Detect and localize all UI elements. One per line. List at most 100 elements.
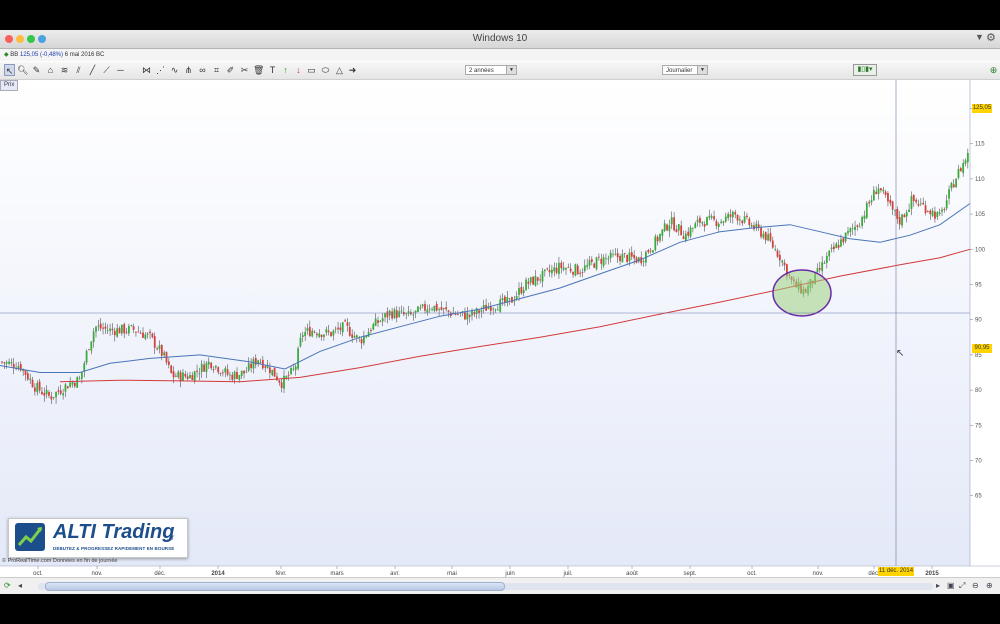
candle-up bbox=[240, 370, 243, 376]
retracement-tool-icon[interactable]: ⋈ bbox=[141, 64, 152, 76]
up-arrow-tool-icon[interactable]: ↑ bbox=[280, 64, 291, 76]
candle-up bbox=[816, 268, 819, 273]
pitchfork-tool-icon[interactable]: ⋔ bbox=[183, 64, 194, 76]
candle-up bbox=[417, 306, 419, 312]
scrollbar-thumb[interactable] bbox=[45, 582, 505, 591]
candle-up bbox=[694, 223, 697, 229]
eraser-tool-icon[interactable]: ✂ bbox=[239, 64, 250, 76]
candle-down bbox=[186, 376, 189, 379]
candle-up bbox=[8, 361, 10, 364]
candle-down bbox=[156, 348, 158, 350]
triangle-tool-icon[interactable]: △ bbox=[334, 64, 345, 76]
candle-up bbox=[224, 368, 227, 373]
candle-up bbox=[71, 382, 74, 385]
zoom-in-icon[interactable]: ⊕ bbox=[986, 581, 993, 590]
line-tool-icon[interactable]: ╱ bbox=[87, 64, 98, 76]
candle-down bbox=[447, 310, 450, 312]
time-scrollbar[interactable]: ⟳ ◂ ▸ ▣ ⤢ ⊖ ⊕ bbox=[0, 577, 1000, 594]
candle-up bbox=[426, 309, 429, 313]
candle-down bbox=[395, 310, 398, 318]
fibonacci-tool-icon[interactable]: ≋ bbox=[59, 64, 70, 76]
ellipse-tool-icon[interactable]: ⬭ bbox=[320, 64, 331, 76]
candle-down bbox=[73, 382, 76, 387]
candle-up bbox=[515, 295, 518, 300]
candle-down bbox=[269, 367, 271, 374]
candle-up bbox=[849, 228, 852, 232]
instrument-symbol[interactable]: BB bbox=[10, 52, 18, 58]
interval-select[interactable]: Journalier ▼ bbox=[662, 65, 708, 75]
candle-down bbox=[276, 376, 278, 381]
candle-down bbox=[842, 238, 845, 243]
magnet-tool-icon[interactable]: ⌂ bbox=[45, 64, 56, 76]
fan-tool-icon[interactable]: ⋰ bbox=[155, 64, 166, 76]
candle-down bbox=[160, 344, 163, 356]
candle-up bbox=[259, 361, 262, 363]
wave-tool-icon[interactable]: ∿ bbox=[169, 64, 180, 76]
candle-down bbox=[132, 326, 135, 330]
zoom-out-icon[interactable]: ⊖ bbox=[972, 581, 979, 590]
candle-up bbox=[941, 209, 943, 212]
candle-down bbox=[546, 268, 549, 270]
candle-up bbox=[341, 322, 344, 333]
refresh-icon[interactable]: ⟳ bbox=[4, 581, 11, 590]
candle-up bbox=[466, 313, 469, 320]
candle-up bbox=[825, 255, 828, 263]
down-arrow-tool-icon[interactable]: ↓ bbox=[293, 64, 304, 76]
candle-up bbox=[106, 330, 109, 332]
candle-up bbox=[290, 367, 292, 375]
fit-view-icon[interactable]: ▣ bbox=[947, 581, 955, 590]
candle-up bbox=[325, 329, 328, 333]
cycle-tool-icon[interactable]: ∞ bbox=[197, 64, 208, 76]
horizontal-line-tool-icon[interactable]: ─ bbox=[115, 64, 126, 76]
price-panel-tab[interactable]: Prix bbox=[0, 80, 19, 91]
rectangle-tool-icon[interactable]: ▭ bbox=[306, 64, 317, 76]
trash-icon[interactable]: 🗑︎ bbox=[253, 64, 264, 76]
text-tool-icon[interactable]: T bbox=[267, 64, 278, 76]
candle-down bbox=[191, 375, 194, 380]
arrow-tool-icon[interactable]: ➜ bbox=[347, 64, 358, 76]
candle-up bbox=[696, 219, 699, 223]
window-title: Windows 10 bbox=[472, 33, 528, 44]
candle-up bbox=[247, 363, 250, 371]
zoom-tool-icon[interactable]: 🔍︎ bbox=[17, 64, 28, 76]
candle-down bbox=[769, 233, 772, 241]
candle-up bbox=[525, 279, 527, 291]
settings-side-icon[interactable]: ⊕ bbox=[988, 64, 999, 76]
scroll-left-icon[interactable]: ◂ bbox=[18, 581, 22, 590]
candle-up bbox=[966, 152, 969, 163]
chevron-down-icon: ▼ bbox=[697, 66, 707, 74]
candle-up bbox=[565, 268, 567, 270]
chart-type-button[interactable]: ▮▯▮▾ bbox=[853, 64, 877, 76]
brush-tool-icon[interactable]: ✐ bbox=[225, 64, 236, 76]
candle-down bbox=[172, 371, 175, 378]
pointer-tool-icon[interactable]: ↖ bbox=[4, 64, 15, 76]
scroll-right-icon[interactable]: ▸ bbox=[936, 581, 940, 590]
candle-up bbox=[36, 383, 39, 393]
candle-up bbox=[513, 300, 516, 302]
y-tick-label: 85 bbox=[975, 353, 982, 359]
trend-channel-tool-icon[interactable]: ⫽ bbox=[73, 64, 84, 76]
price-chart[interactable]: 65707580859095100105110115120oct.nov.déc… bbox=[0, 80, 1000, 577]
y-tick-label: 105 bbox=[975, 212, 986, 218]
ray-tool-icon[interactable]: ⟋ bbox=[101, 64, 112, 76]
candle-up bbox=[193, 371, 196, 382]
chevron-down-icon[interactable]: ▼ bbox=[975, 32, 984, 42]
candle-down bbox=[635, 257, 638, 263]
gann-tool-icon[interactable]: ⌗ bbox=[211, 64, 222, 76]
candle-up bbox=[374, 318, 377, 326]
expand-icon[interactable]: ⤢ bbox=[959, 581, 965, 591]
candle-down bbox=[741, 220, 744, 224]
candle-down bbox=[41, 391, 43, 395]
candle-down bbox=[217, 367, 220, 373]
period-select[interactable]: 2 années ▼ bbox=[465, 65, 517, 75]
candle-down bbox=[386, 311, 389, 318]
candle-down bbox=[943, 208, 946, 210]
gear-icon[interactable]: ⚙ bbox=[986, 31, 996, 44]
crosshair-price-label: 90,95 bbox=[972, 344, 992, 353]
pencil-tool-icon[interactable]: ✎ bbox=[31, 64, 42, 76]
candle-down bbox=[184, 373, 187, 377]
candle-down bbox=[167, 361, 170, 365]
candle-down bbox=[339, 327, 342, 331]
candle-down bbox=[548, 270, 551, 273]
candle-down bbox=[88, 349, 90, 351]
